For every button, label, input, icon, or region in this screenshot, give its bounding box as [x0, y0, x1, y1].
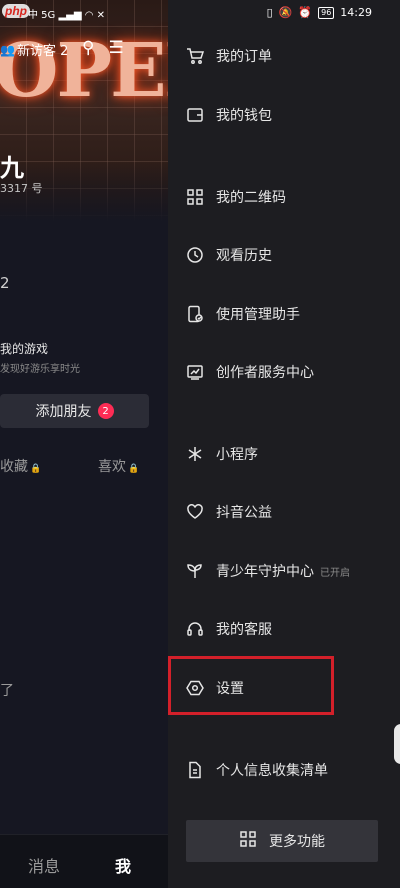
drawer-item-qrcode[interactable]: 我的二维码	[186, 177, 386, 217]
drawer-item-label: 我的二维码	[216, 190, 286, 206]
search-icon[interactable]: ⚲	[82, 38, 94, 58]
tab-favorites-label: 收藏	[0, 459, 28, 475]
drawer-item-label: 小程序	[216, 447, 258, 463]
drawer-item-creator-center[interactable]: 创作者服务中心	[186, 352, 386, 392]
lock-icon: 🔒	[30, 464, 42, 474]
add-friend-badge: 2	[97, 403, 114, 419]
nav-messages[interactable]: 消息	[28, 853, 60, 877]
drawer-item-label: 青少年守护中心	[216, 564, 314, 580]
watermark-logo: php	[2, 4, 30, 18]
alarm-icon: ⏰	[298, 6, 313, 19]
my-games-title[interactable]: 我的游戏	[0, 340, 48, 357]
bottom-nav: 消息 我	[0, 834, 168, 888]
doc-list-icon	[186, 761, 204, 779]
more-features-label: 更多功能	[269, 834, 325, 850]
menu-icon[interactable]: ☰	[108, 38, 123, 58]
drawer-item-history[interactable]: 观看历史	[186, 235, 386, 275]
drawer-item-charity[interactable]: 抖音公益	[186, 492, 386, 532]
asterisk-icon	[186, 445, 204, 463]
headset-icon	[186, 620, 204, 638]
add-friend-label: 添加朋友	[35, 404, 92, 420]
signal-icon: ▂▄▆	[58, 10, 82, 21]
youth-mode-status: 已开启	[320, 567, 350, 579]
drawer-item-usage-manager[interactable]: 使用管理助手	[186, 294, 386, 334]
lock-icon: 🔒	[128, 464, 140, 474]
drawer-item-label: 抖音公益	[216, 505, 272, 521]
profile-top-icons: ⚲ ☰	[82, 38, 124, 58]
profile-id: 3317 号	[0, 182, 43, 195]
drawer-item-label: 创作者服务中心	[216, 365, 314, 381]
my-games-subtitle: 发现好游乐享时光	[0, 364, 80, 375]
clock-icon	[186, 246, 204, 264]
new-visitor-label: 新访客 2	[16, 44, 69, 59]
status-bar-right: ▯ 🔕 ⏰ 96 14:29	[267, 6, 372, 19]
wallet-icon	[186, 106, 204, 124]
add-friend-button[interactable]: 添加朋友 2	[0, 394, 149, 428]
grid-icon	[239, 830, 257, 852]
mute-icon: 🔕	[278, 6, 293, 19]
status-bar-left: 中 5G ▂▄▆ ◠ ✕	[28, 6, 105, 21]
drawer-item-wallet[interactable]: 我的钱包	[186, 95, 386, 135]
floating-edge-handle[interactable]	[394, 724, 400, 764]
drawer-item-label: 使用管理助手	[216, 307, 300, 323]
profile-page: OPEN php 中 5G ▂▄▆ ◠ ✕ 👥 新访客 2 ⚲ ☰ 九 3317…	[0, 0, 168, 888]
profile-stat: 2	[0, 274, 10, 292]
drawer-item-mini-programs[interactable]: 小程序	[186, 434, 386, 474]
tab-favorites[interactable]: 收藏 🔒	[0, 456, 41, 476]
new-visitor-button[interactable]: 👥 新访客 2	[0, 40, 69, 60]
chart-board-icon	[186, 363, 204, 381]
drawer-item-orders[interactable]: 我的订单	[186, 36, 386, 76]
battery-indicator: 96	[318, 6, 335, 19]
drawer-item-label: 观看历史	[216, 248, 272, 264]
drawer-item-label: 我的客服	[216, 622, 272, 638]
settings-highlight-box	[168, 656, 334, 715]
drawer-item-youth-center[interactable]: 青少年守护中心 已开启	[186, 551, 386, 591]
drawer-item-customer-service[interactable]: 我的客服	[186, 609, 386, 649]
profile-name: 九	[0, 154, 24, 182]
tab-likes[interactable]: 喜欢 🔒	[98, 456, 139, 476]
phone-manage-icon	[186, 305, 204, 323]
wifi-icon: ◠	[84, 10, 94, 21]
qrcode-icon	[186, 188, 204, 206]
drawer-item-personal-info-list[interactable]: 个人信息收集清单	[186, 750, 386, 790]
visitors-icon: 👥	[0, 42, 15, 57]
drawer-item-label: 我的订单	[216, 49, 272, 65]
nav-me[interactable]: 我	[115, 853, 131, 877]
nfc-icon: ✕	[96, 10, 106, 21]
tab-likes-label: 喜欢	[98, 459, 126, 475]
drawer-item-label: 个人信息收集清单	[216, 763, 328, 779]
text-fragment: 了	[0, 683, 14, 699]
drawer-item-label: 我的钱包	[216, 108, 272, 124]
more-features-button[interactable]: 更多功能	[186, 820, 378, 862]
heart-icon	[186, 503, 204, 521]
vibrate-icon: ▯	[266, 6, 273, 19]
clock-time: 14:29	[340, 6, 372, 19]
sprout-icon	[186, 562, 204, 580]
cart-icon	[186, 47, 204, 65]
signal-text: 中 5G	[28, 10, 56, 21]
